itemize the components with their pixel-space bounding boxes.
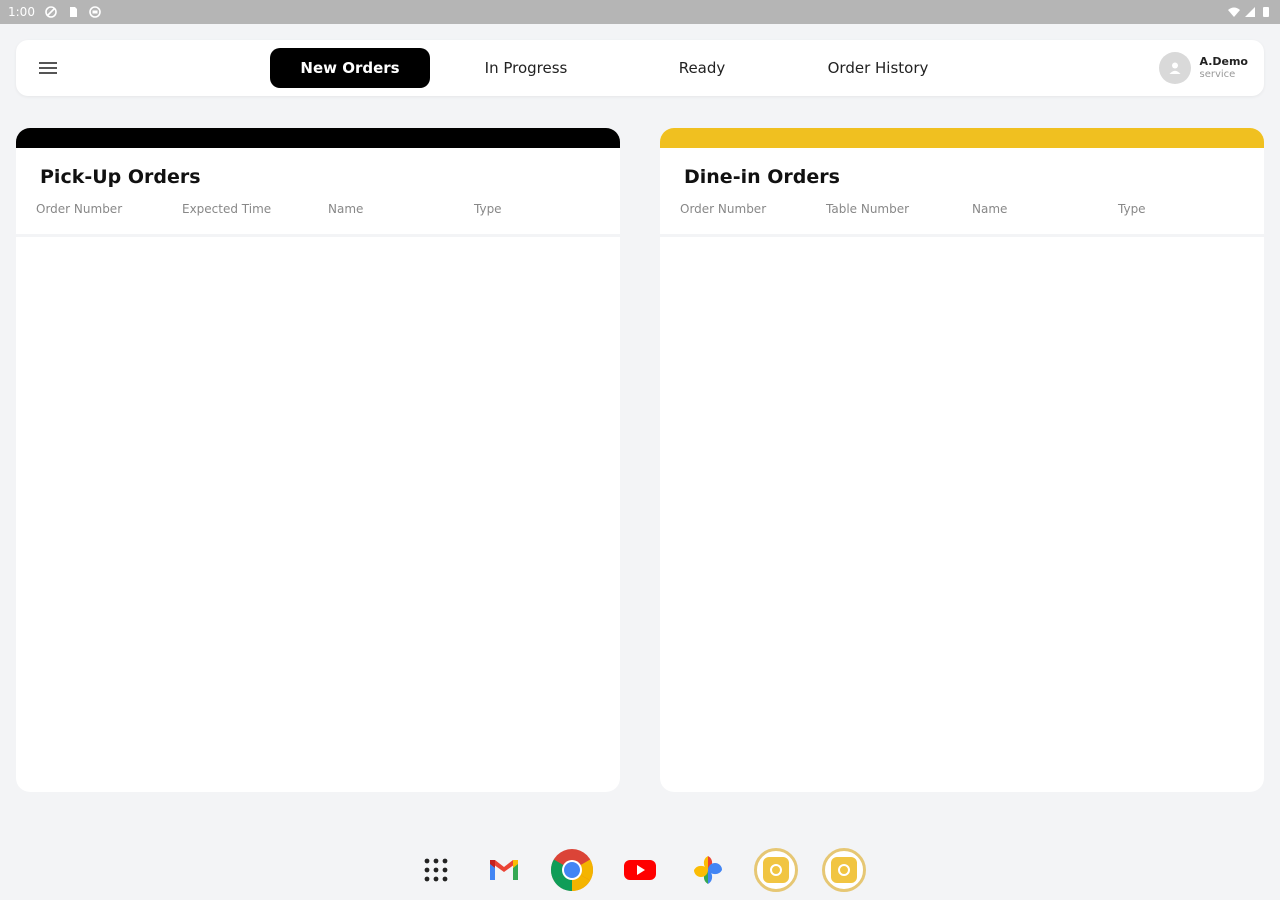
chrome-app[interactable] — [548, 846, 596, 894]
youtube-app[interactable] — [616, 846, 664, 894]
pickup-orders-list — [16, 237, 620, 792]
orders-app[interactable] — [820, 846, 868, 894]
dinein-orders-list — [660, 237, 1264, 792]
column-header: Type — [1118, 202, 1146, 216]
user-profile[interactable]: A.Demo service — [1159, 52, 1248, 84]
status-time: 1:00 — [8, 5, 35, 19]
pickup-accent-bar — [16, 128, 620, 148]
top-nav-bar: New Orders In Progress Ready Order Histo… — [16, 40, 1264, 96]
column-header: Table Number — [826, 202, 910, 216]
column-header: Order Number — [680, 202, 767, 216]
status-bar: 1:00 — [0, 0, 1280, 24]
signal-icon — [1245, 7, 1255, 17]
order-tabs: New Orders In Progress Ready Order Histo… — [270, 48, 974, 88]
hamburger-menu-icon — [39, 62, 57, 74]
photos-app[interactable] — [684, 846, 732, 894]
column-header: Name — [328, 202, 364, 216]
app-drawer-button[interactable] — [412, 846, 460, 894]
pickup-panel-title: Pick-Up Orders — [40, 166, 201, 188]
column-header: Expected Time — [182, 202, 272, 216]
dnd-icon — [45, 6, 57, 18]
pickup-table-header: Order Number Expected Time Name Type — [16, 202, 620, 220]
sd-card-icon — [69, 7, 77, 17]
tab-ready[interactable]: Ready — [622, 48, 782, 88]
photos-icon — [694, 856, 722, 884]
tab-in-progress[interactable]: In Progress — [446, 48, 606, 88]
orders-app-icon — [822, 848, 866, 892]
column-header: Name — [972, 202, 1008, 216]
gmail-icon — [490, 860, 518, 880]
pickup-orders-panel: Pick-Up Orders Order Number Expected Tim… — [16, 128, 620, 792]
dinein-orders-panel: Dine-in Orders Order Number Table Number… — [660, 128, 1264, 792]
orders-app-icon — [754, 848, 798, 892]
person-icon — [1169, 62, 1181, 74]
avatar[interactable] — [1159, 52, 1192, 84]
gmail-app[interactable] — [480, 846, 528, 894]
battery-icon — [1263, 7, 1269, 17]
chrome-icon — [550, 849, 594, 891]
column-header: Type — [474, 202, 502, 216]
wifi-icon — [1228, 7, 1240, 17]
tab-order-history[interactable]: Order History — [798, 48, 958, 88]
taskbar — [0, 840, 1280, 900]
tab-new-orders[interactable]: New Orders — [270, 48, 430, 88]
notification-icon — [89, 6, 101, 18]
column-header: Order Number — [36, 202, 123, 216]
user-role: service — [1199, 69, 1236, 80]
menu-button[interactable] — [36, 56, 60, 80]
dinein-panel-title: Dine-in Orders — [684, 166, 840, 188]
user-name: A.Demo — [1199, 55, 1248, 68]
dinein-accent-bar — [660, 128, 1264, 148]
dinein-table-header: Order Number Table Number Name Type — [660, 202, 1264, 220]
orders-app[interactable] — [752, 846, 800, 894]
youtube-icon — [624, 860, 656, 880]
app-drawer-icon — [424, 858, 448, 882]
